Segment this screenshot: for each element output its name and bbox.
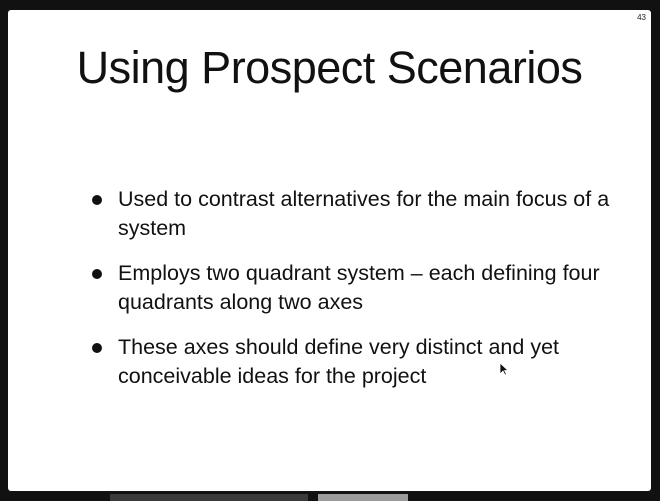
bullet-dot-icon xyxy=(92,195,102,205)
slide-title: Using Prospect Scenarios xyxy=(76,42,583,93)
presentation-slide: 43 Using Prospect Scenarios Used to cont… xyxy=(8,10,651,491)
mouse-pointer-icon xyxy=(499,362,509,376)
bullet-item: Employs two quadrant system – each defin… xyxy=(90,259,610,317)
bullet-dot-icon xyxy=(92,269,102,279)
bullet-text: Used to contrast alternatives for the ma… xyxy=(118,187,610,240)
bullet-item: These axes should define very distinct a… xyxy=(90,333,610,391)
bullet-dot-icon xyxy=(92,343,102,353)
bullet-text: These axes should define very distinct a… xyxy=(118,335,560,388)
bullet-list: Used to contrast alternatives for the ma… xyxy=(90,185,610,407)
slide-number: 43 xyxy=(637,13,646,22)
background-strip xyxy=(110,494,308,501)
bullet-text: Employs two quadrant system – each defin… xyxy=(118,261,600,314)
bullet-item: Used to contrast alternatives for the ma… xyxy=(90,185,610,243)
background-thumbnail xyxy=(318,494,408,501)
